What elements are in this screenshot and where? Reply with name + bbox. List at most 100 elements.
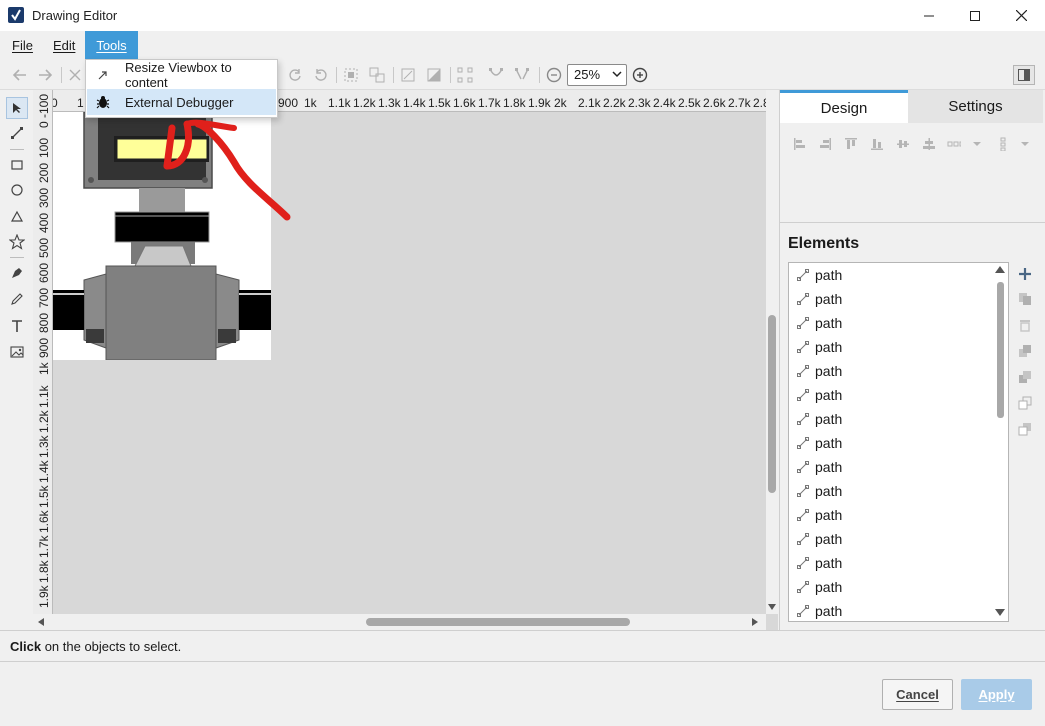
menu-tools[interactable]: Tools — [85, 31, 138, 59]
align-center-icon[interactable] — [922, 137, 936, 151]
align-bottom-icon[interactable] — [870, 137, 884, 151]
pen-tool[interactable] — [8, 264, 26, 282]
select-tool[interactable] — [6, 97, 28, 119]
path-break-button[interactable] — [513, 66, 531, 84]
list-item[interactable]: path — [797, 479, 842, 503]
close-button[interactable] — [998, 0, 1044, 31]
window-title: Drawing Editor — [32, 8, 118, 23]
distribute-vertical-icon[interactable] — [998, 137, 1012, 151]
fill-button[interactable] — [425, 66, 443, 84]
menu-edit[interactable]: Edit — [47, 31, 81, 59]
path-icon — [797, 341, 809, 353]
path-nodes-button[interactable] — [456, 66, 474, 84]
redo-button[interactable] — [36, 66, 54, 84]
send-backward-icon[interactable] — [1018, 396, 1032, 410]
list-item[interactable]: path — [797, 503, 842, 527]
list-item[interactable]: path — [797, 551, 842, 575]
list-item[interactable]: path — [797, 383, 842, 407]
list-item[interactable]: path — [797, 527, 842, 551]
list-item[interactable]: path — [797, 359, 842, 383]
star-tool[interactable] — [8, 233, 26, 251]
list-item-label: path — [815, 531, 843, 547]
elements-list[interactable]: path path path path path path path path … — [788, 262, 1009, 622]
chevron-down-icon[interactable] — [971, 137, 985, 151]
group-button[interactable] — [342, 66, 360, 84]
chevron-down-icon — [612, 71, 622, 78]
ruler-label: 700 — [37, 287, 51, 308]
list-item[interactable]: path — [797, 335, 842, 359]
list-item[interactable]: path — [797, 311, 842, 335]
list-item[interactable]: path — [797, 455, 842, 479]
toggle-panel-button[interactable] — [1013, 65, 1035, 85]
align-top-icon[interactable] — [844, 137, 858, 151]
rectangle-tool[interactable] — [8, 157, 26, 175]
list-item[interactable]: path — [797, 263, 842, 287]
ruler-label: 1.4k — [37, 460, 51, 483]
canvas-vertical-scroll-thumb[interactable] — [768, 315, 776, 493]
plus-icon[interactable] — [1018, 267, 1032, 281]
chevron-down-icon[interactable] — [1019, 137, 1033, 151]
zoom-in-button[interactable] — [631, 66, 649, 84]
ellipse-tool[interactable] — [8, 182, 26, 200]
line-tool[interactable] — [8, 124, 26, 142]
ruler-label: 1.1k — [37, 385, 51, 408]
image-tool[interactable] — [8, 343, 26, 361]
triangle-up-icon[interactable] — [995, 266, 1005, 274]
rotate-ccw-button[interactable] — [312, 66, 330, 84]
palette-separator — [10, 257, 24, 258]
pencil-tool[interactable] — [8, 290, 26, 308]
elements-heading: Elements — [788, 235, 860, 252]
polygon-tool[interactable] — [8, 208, 26, 226]
ungroup-button[interactable] — [368, 66, 386, 84]
canvas-horizontal-scroll-thumb[interactable] — [366, 618, 630, 626]
copy-icon[interactable] — [1018, 292, 1032, 306]
align-middle-icon[interactable] — [896, 137, 910, 151]
list-item-label: path — [815, 387, 843, 403]
triangle-down-icon[interactable] — [995, 609, 1005, 617]
list-item[interactable]: path — [797, 599, 842, 621]
bring-to-front-icon[interactable] — [1018, 344, 1032, 358]
send-to-back-icon[interactable] — [1018, 422, 1032, 436]
ungroup-icon — [369, 67, 385, 83]
rectangle-icon — [11, 160, 23, 170]
status-bold: Click — [10, 639, 42, 654]
zoom-select[interactable]: 25% — [567, 64, 627, 86]
rotate-cw-button[interactable] — [286, 66, 304, 84]
minimize-icon — [924, 15, 934, 16]
menu-file[interactable]: File — [6, 31, 39, 59]
maximize-button[interactable] — [952, 0, 998, 31]
apply-button[interactable]: Apply — [961, 679, 1032, 710]
cancel-button[interactable]: Cancel — [882, 679, 953, 710]
bring-forward-icon[interactable] — [1018, 370, 1032, 384]
tab-design[interactable]: Design — [780, 90, 908, 123]
elements-scroll-thumb[interactable] — [997, 282, 1004, 418]
list-item[interactable]: path — [797, 431, 842, 455]
path-icon — [797, 557, 809, 569]
scroll-right-arrow[interactable] — [752, 616, 762, 628]
toolbar-separator — [393, 67, 394, 83]
list-item[interactable]: path — [797, 575, 842, 599]
cut-button[interactable] — [66, 66, 84, 84]
list-item[interactable]: path — [797, 407, 842, 431]
flip-button[interactable] — [399, 66, 417, 84]
align-left-icon[interactable] — [793, 137, 807, 151]
text-tool[interactable] — [8, 317, 26, 335]
distribute-icon[interactable] — [947, 137, 961, 151]
status-rest: on the objects to select. — [41, 639, 182, 654]
align-right-icon[interactable] — [818, 137, 832, 151]
trash-icon[interactable] — [1018, 318, 1032, 332]
minimize-button[interactable] — [906, 0, 952, 31]
scroll-down-arrow[interactable] — [766, 601, 778, 613]
tab-settings[interactable]: Settings — [908, 90, 1043, 123]
toolbar-separator — [61, 67, 62, 83]
panel-divider — [780, 222, 1045, 223]
undo-button[interactable] — [11, 66, 29, 84]
rotate-right-icon — [289, 69, 301, 81]
path-join-icon — [489, 68, 503, 76]
line-icon — [11, 127, 23, 139]
scroll-left-arrow[interactable] — [38, 616, 48, 628]
list-item[interactable]: path — [797, 287, 842, 311]
menu-item-resize-viewbox[interactable]: Resize Viewbox to content — [87, 60, 276, 90]
zoom-out-button[interactable] — [545, 66, 563, 84]
path-join-button[interactable] — [487, 66, 505, 84]
